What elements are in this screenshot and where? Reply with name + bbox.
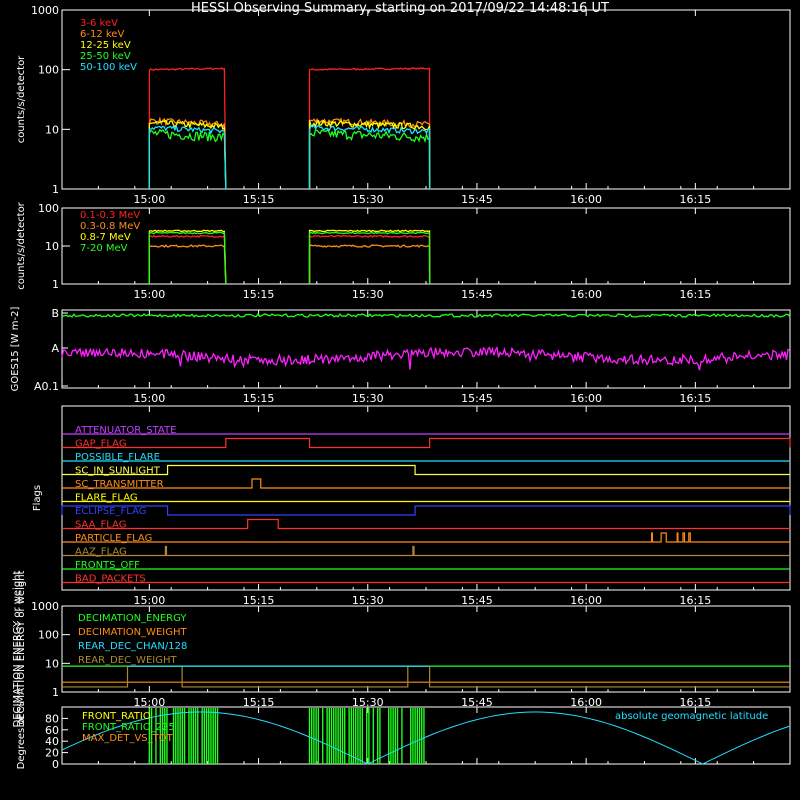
flag-line-gap-flag — [62, 437, 791, 449]
series-line-rear-dec-weight — [62, 665, 790, 688]
x-tick-label: 15:30 — [352, 392, 384, 405]
y-tick-label: 1000 — [31, 4, 59, 17]
legend-entry: FRONT_RATIO_225 — [82, 722, 175, 733]
x-tick-label: 15:15 — [243, 193, 275, 206]
flag-line-sc-transmitter — [62, 478, 790, 489]
y-tick-label: A — [51, 342, 59, 355]
y-tick-label: 20 — [45, 747, 59, 760]
x-tick-label: 16:15 — [680, 288, 712, 301]
legend-entry: absolute geomagnetic latitude — [615, 711, 768, 722]
x-tick-label: 15:30 — [352, 594, 384, 607]
series-line-0.8-7-MeV — [308, 229, 431, 285]
series-line-7-20-MeV — [148, 231, 227, 285]
series-line-50-100-keV — [308, 124, 431, 190]
series-line-goes-long — [61, 313, 791, 318]
y-tick-label: 10 — [45, 657, 59, 670]
x-tick-label: 15:45 — [461, 288, 493, 301]
y-tick-label: 0 — [52, 758, 59, 771]
y-tick-label: 10 — [45, 123, 59, 136]
y-tick-label: B — [51, 307, 59, 320]
legend-entry: 6-12 keV — [80, 29, 124, 40]
y-tick-label: 60 — [45, 724, 59, 737]
flag-line-sc-in-sunlight — [62, 464, 790, 476]
series-line-0.8-7-MeV — [148, 229, 227, 285]
x-tick-label: 16:15 — [680, 193, 712, 206]
series-line-0.3-0.8-MeV — [308, 244, 431, 285]
series-line-goes-short — [61, 345, 790, 371]
x-tick-label: 15:45 — [461, 193, 493, 206]
series-line-7-20-MeV — [308, 231, 431, 285]
y-tick-label: 100 — [38, 202, 59, 215]
x-tick-label: 15:45 — [461, 392, 493, 405]
x-tick-label: 15:15 — [243, 392, 275, 405]
y-tick-label: 80 — [45, 712, 59, 725]
x-tick-label: 15:00 — [134, 392, 166, 405]
x-tick-label: 15:30 — [352, 288, 384, 301]
legend-entry: MAX_DET_VS_TOT — [82, 733, 174, 744]
flag-line-saa-flag — [62, 518, 790, 530]
lightcurve-series-group — [148, 67, 431, 190]
y-tick-label: 1 — [52, 278, 59, 291]
x-tick-label: 15:00 — [134, 594, 166, 607]
y-tick-label: 1000 — [31, 600, 59, 613]
series-line-25-50-keV — [148, 128, 227, 190]
front-ratio-bars — [148, 708, 425, 764]
x-tick-label: 15:00 — [134, 193, 166, 206]
y-tick-label: 100 — [38, 64, 59, 77]
series-line-25-50-keV — [308, 128, 431, 190]
legend-entry: REAR_DEC_CHAN/128 — [78, 641, 187, 652]
series-line-0.1-0.3-MeV — [148, 234, 227, 285]
legend-entry: 50-100 keV — [80, 62, 137, 73]
legend-entry: FRONT_RATIO — [82, 711, 151, 722]
y-tick-label: 1 — [52, 183, 59, 196]
legend-entry: 0.8-7 MeV — [80, 232, 131, 243]
series-line-0.3-0.8-MeV — [148, 244, 227, 285]
x-tick-label: 16:15 — [680, 392, 712, 405]
x-tick-label: 15:15 — [243, 594, 275, 607]
x-tick-label: 16:00 — [570, 288, 602, 301]
y-tick-label: 1 — [52, 686, 59, 699]
panel-frame-3 — [61, 309, 791, 389]
flag-label: ECLIPSE_FLAG — [75, 506, 146, 517]
flag-line-particle-flag — [62, 532, 790, 543]
y-tick-label: 10 — [45, 240, 59, 253]
x-tick-label: 15:15 — [243, 288, 275, 301]
x-tick-label: 15:30 — [352, 193, 384, 206]
x-tick-label: 16:00 — [570, 392, 602, 405]
y-tick-label: A0.1 — [34, 380, 59, 393]
legend-entry: 3-6 keV — [80, 18, 118, 29]
legend-entry: REAR_DEC_WEIGHT — [78, 655, 177, 666]
x-tick-label: 15:00 — [134, 288, 166, 301]
x-tick-label: 16:00 — [570, 594, 602, 607]
legend-entry: 0.3-0.8 MeV — [80, 221, 140, 232]
x-tick-label: 16:00 — [570, 193, 602, 206]
hessi-summary-plot: 15:00 15:15 15:30 15:45 16:00 16:151101001000… — [10, 4, 791, 771]
legend-entry: DECIMATION_WEIGHT — [78, 627, 187, 638]
series-line-0.1-0.3-MeV — [308, 234, 431, 285]
high-energy-series-group — [148, 229, 431, 285]
flag-line-aaz-flag — [62, 545, 790, 557]
series-line-50-100-keV — [148, 124, 227, 190]
x-tick-label: 15:45 — [461, 594, 493, 607]
panel-frame-1 — [61, 9, 791, 190]
y-axis-label: Flags — [32, 485, 43, 511]
x-tick-label: 16:15 — [680, 594, 712, 607]
legend-entry: DECIMATION_ENERGY — [78, 613, 187, 624]
flag-line-eclipse-flag — [61, 505, 791, 516]
y-axis-label: Degrees or % — [16, 702, 27, 770]
legend-entry: 12-25 keV — [80, 40, 131, 51]
legend-entry: 25-50 keV — [80, 51, 131, 62]
y-axis-label: counts/s/detector — [16, 55, 27, 143]
legend-entry: 0.1-0.3 MeV — [80, 210, 140, 221]
y-axis-label: GOES15 [W m-2] — [10, 307, 21, 392]
y-tick-label: 40 — [45, 735, 59, 748]
y-tick-label: 100 — [38, 629, 59, 642]
legend-entry: 7-20 MeV — [80, 243, 128, 254]
y-axis-label: counts/s/detector — [16, 201, 27, 289]
